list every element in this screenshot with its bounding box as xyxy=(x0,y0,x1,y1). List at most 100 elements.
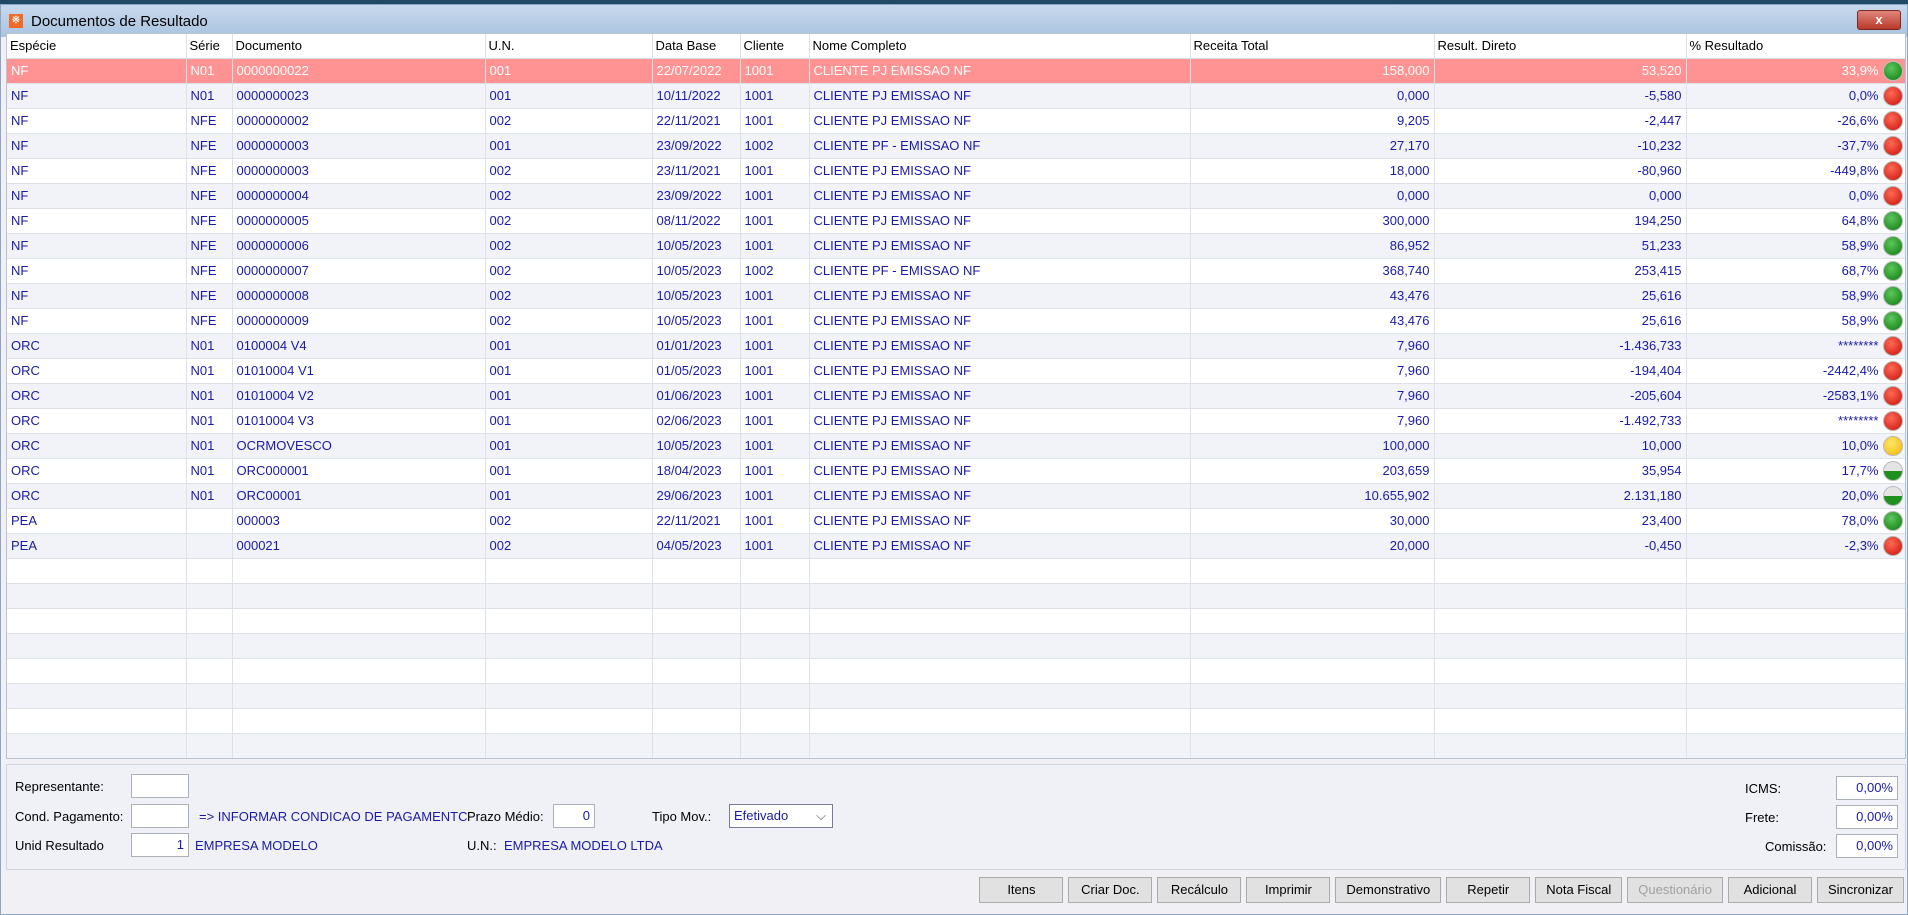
empty-cell xyxy=(485,733,653,758)
empty-cell xyxy=(485,633,653,659)
empty-cell xyxy=(652,733,741,758)
sincronizar-button[interactable]: Sincronizar xyxy=(1816,877,1904,903)
cell-nome-completo: CLIENTE PJ EMISSAO NF xyxy=(809,533,1191,559)
table-row[interactable]: ORC N01 01010004 V3 001 02/06/2023 1001 CLIENT… xyxy=(7,408,1905,434)
nota-fiscal-button[interactable]: Nota Fiscal xyxy=(1535,877,1623,903)
table-row[interactable]: PEA 000003 002 22/11/2021 1001 CLIENTE PJ EMI… xyxy=(7,508,1905,534)
empty-cell xyxy=(1686,683,1905,709)
table-row[interactable]: ORC N01 01010004 V2 001 01/06/2023 1001 CLIENT… xyxy=(7,383,1905,409)
table-row[interactable]: ORC N01 ORC00001 001 29/06/2023 1001 CLIENTE P… xyxy=(7,483,1905,509)
table-row[interactable]: NF NFE 0000000007 002 10/05/2023 1002 CLIENTE … xyxy=(7,258,1905,284)
cell-serie: NFE xyxy=(186,308,233,334)
rec-lculo-button[interactable]: Recálculo xyxy=(1157,877,1242,903)
cell-un: 001 xyxy=(485,383,653,409)
cell-cliente: 1001 xyxy=(740,383,810,409)
table-row[interactable]: ORC N01 ORC000001 001 18/04/2023 1001 CLIENTE … xyxy=(7,458,1905,484)
cell-receita-total: 7,960 xyxy=(1190,408,1435,434)
empty-cell xyxy=(652,658,741,684)
icms-label: ICMS: xyxy=(1745,781,1782,796)
column-header[interactable]: Result. Direto xyxy=(1434,34,1687,59)
cell-cliente: 1002 xyxy=(740,258,810,284)
pct-value: 10,0% xyxy=(1841,438,1879,453)
cell-receita-total: 7,960 xyxy=(1190,383,1435,409)
app-icon: ※ xyxy=(9,14,23,28)
cell-pct-resultado: 78,0% xyxy=(1686,508,1905,534)
table-row[interactable]: NF NFE 0000000002 002 22/11/2021 1001 CLIENTE … xyxy=(7,108,1905,134)
tipo-mov-select[interactable]: Efetivado ⌵ xyxy=(729,804,833,828)
cell-especie: NF xyxy=(7,283,187,309)
criar-doc-button[interactable]: Criar Doc. xyxy=(1068,877,1153,903)
column-header[interactable]: Nome Completo xyxy=(809,34,1191,59)
pct-value: -26,6% xyxy=(1837,113,1879,128)
itens-button[interactable]: Itens xyxy=(979,877,1064,903)
table-row[interactable]: NF N01 0000000022 001 22/07/2022 1001 CLIENTE … xyxy=(7,58,1905,84)
empty-cell xyxy=(1686,583,1905,609)
table-row[interactable]: ORC N01 0100004 V4 001 01/01/2023 1001 CLIENTE… xyxy=(7,333,1905,359)
cell-especie: NF xyxy=(7,308,187,334)
pct-value: 78,0% xyxy=(1841,513,1879,528)
cell-cliente: 1001 xyxy=(740,408,810,434)
representante-input[interactable] xyxy=(131,774,189,798)
cell-result-direto: -1.436,733 xyxy=(1434,333,1687,359)
question-rio-button[interactable]: Questionário xyxy=(1627,877,1723,903)
empty-cell xyxy=(1434,558,1687,584)
column-header[interactable]: Cliente xyxy=(740,34,810,59)
cell-especie: ORC xyxy=(7,333,187,359)
empty-cell xyxy=(652,633,741,659)
column-header[interactable]: Data Base xyxy=(652,34,741,59)
comissao-label: Comissão: xyxy=(1765,839,1827,854)
table-row[interactable]: NF NFE 0000000003 001 23/09/2022 1002 CLIENTE … xyxy=(7,133,1905,159)
imprimir-button[interactable]: Imprimir xyxy=(1246,877,1331,903)
cell-result-direto: 23,400 xyxy=(1434,508,1687,534)
prazo-medio-label: Prazo Médio: xyxy=(467,809,544,824)
cell-pct-resultado: -26,6% xyxy=(1686,108,1905,134)
column-header[interactable]: Documento xyxy=(232,34,486,59)
cell-cliente: 1001 xyxy=(740,533,810,559)
table-row[interactable]: NF NFE 0000000005 002 08/11/2022 1001 CLIENTE … xyxy=(7,208,1905,234)
unid-resultado-input[interactable]: 1 xyxy=(131,833,189,857)
frete-input[interactable]: 0,00% xyxy=(1836,805,1898,829)
table-row[interactable]: NF N01 0000000023 001 10/11/2022 1001 CLIENTE … xyxy=(7,83,1905,109)
table-row[interactable]: NF NFE 0000000008 002 10/05/2023 1001 CLIENTE … xyxy=(7,283,1905,309)
cell-data-base: 01/05/2023 xyxy=(652,358,741,384)
cell-especie: ORC xyxy=(7,358,187,384)
cell-especie: ORC xyxy=(7,408,187,434)
empty-cell xyxy=(485,708,653,734)
table-row[interactable]: NF NFE 0000000006 002 10/05/2023 1001 CLIENTE … xyxy=(7,233,1905,259)
cell-receita-total: 368,740 xyxy=(1190,258,1435,284)
action-buttons: Itens Criar Doc. Recálculo Imprimir Demonstr… xyxy=(979,877,1904,903)
table-row[interactable]: ORC N01 OCRMOVESCO 001 10/05/2023 1001 CLIENTE… xyxy=(7,433,1905,459)
table-row[interactable]: NF NFE 0000000003 002 23/11/2021 1001 CLIENTE … xyxy=(7,158,1905,184)
table-row[interactable]: ORC N01 01010004 V1 001 01/05/2023 1001 CLIENT… xyxy=(7,358,1905,384)
table-row[interactable]: NF NFE 0000000004 002 23/09/2022 1001 CLIENTE … xyxy=(7,183,1905,209)
table-row[interactable]: PEA 000021 002 04/05/2023 1001 CLIENTE PJ EMI… xyxy=(7,533,1905,559)
column-header[interactable]: % Resultado xyxy=(1686,34,1905,59)
status-red-icon xyxy=(1882,110,1903,131)
cell-result-direto: 25,616 xyxy=(1434,308,1687,334)
prazo-medio-input[interactable]: 0 xyxy=(553,804,595,828)
table-row[interactable]: NF NFE 0000000009 002 10/05/2023 1001 CLIENTE … xyxy=(7,308,1905,334)
repetir-button[interactable]: Repetir xyxy=(1446,877,1531,903)
column-header[interactable]: Receita Total xyxy=(1190,34,1435,59)
cell-receita-total: 7,960 xyxy=(1190,333,1435,359)
empty-cell xyxy=(7,708,187,734)
icms-input[interactable]: 0,00% xyxy=(1836,776,1898,800)
cell-cliente: 1001 xyxy=(740,458,810,484)
column-header[interactable]: Espécie xyxy=(7,34,187,59)
cell-serie: NFE xyxy=(186,258,233,284)
cond-pagamento-input[interactable] xyxy=(131,804,189,828)
empty-cell xyxy=(1190,608,1435,634)
column-header[interactable]: U.N. xyxy=(485,34,653,59)
cell-especie: ORC xyxy=(7,483,187,509)
adicional-button[interactable]: Adicional xyxy=(1727,877,1812,903)
empty-cell xyxy=(186,733,233,758)
cell-data-base: 29/06/2023 xyxy=(652,483,741,509)
column-header[interactable]: Série xyxy=(186,34,233,59)
comissao-input[interactable]: 0,00% xyxy=(1836,834,1898,858)
demonstrativo-button[interactable]: Demonstrativo xyxy=(1335,877,1442,903)
empty-cell xyxy=(1434,708,1687,734)
cell-data-base: 08/11/2022 xyxy=(652,208,741,234)
chevron-down-icon: ⌵ xyxy=(816,808,826,823)
close-button[interactable]: x xyxy=(1857,10,1901,30)
cell-pct-resultado: 17,7% xyxy=(1686,458,1905,484)
